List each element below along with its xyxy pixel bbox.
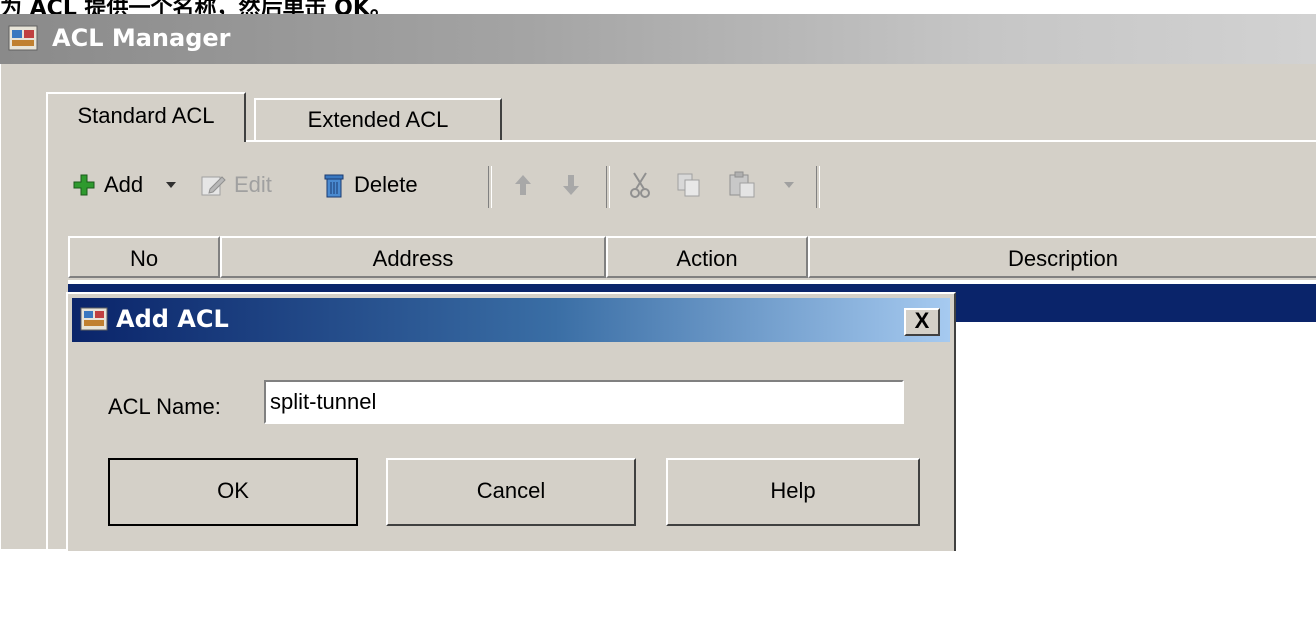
help-button[interactable]: Help — [666, 458, 920, 526]
trash-icon — [324, 174, 344, 198]
move-up-button[interactable] — [512, 158, 534, 212]
chevron-down-icon — [166, 182, 176, 188]
column-header-action[interactable]: Action — [606, 236, 808, 278]
toolbar-separator — [606, 166, 610, 208]
column-header-no[interactable]: No — [68, 236, 220, 278]
arrow-up-icon — [515, 175, 531, 195]
add-icon — [73, 174, 95, 196]
tab-standard-acl[interactable]: Standard ACL — [46, 92, 246, 142]
dialog-titlebar[interactable]: Add ACL X — [72, 298, 950, 342]
edit-label: Edit — [234, 172, 272, 197]
toolbar-separator — [816, 166, 820, 208]
table-header: No Address Action Description — [68, 236, 1316, 280]
chevron-down-icon — [784, 182, 794, 188]
app-icon — [8, 25, 38, 51]
add-dropdown-button[interactable] — [164, 158, 178, 212]
ok-button[interactable]: OK — [108, 458, 358, 526]
delete-button[interactable]: Delete — [322, 158, 418, 212]
scissors-icon — [630, 172, 650, 198]
window-title: ACL Manager — [52, 24, 231, 52]
paste-dropdown-button[interactable] — [782, 158, 796, 212]
copy-button[interactable] — [676, 158, 702, 212]
delete-label: Delete — [354, 172, 418, 197]
dialog-title: Add ACL — [116, 305, 229, 333]
paste-icon — [729, 171, 755, 198]
arrow-down-icon — [563, 175, 579, 195]
edit-icon — [201, 176, 226, 196]
cut-button[interactable] — [628, 158, 652, 212]
close-icon: X — [914, 308, 930, 333]
window-frame-edge — [0, 64, 5, 549]
column-header-description[interactable]: Description — [808, 236, 1316, 278]
add-acl-dialog: Add ACL X ACL Name: OK Cancel Help — [66, 292, 956, 551]
acl-manager-titlebar[interactable]: ACL Manager — [0, 14, 1316, 64]
acl-name-label: ACL Name: — [108, 394, 221, 419]
add-label: Add — [104, 172, 144, 197]
edit-button[interactable]: Edit — [200, 158, 272, 212]
instruction-text: 为 ACL 提供一个名称，然后单击 OK。 — [0, 0, 392, 14]
toolbar-separator — [488, 166, 492, 208]
copy-icon — [677, 173, 700, 197]
paste-button[interactable] — [728, 158, 756, 212]
move-down-button[interactable] — [560, 158, 582, 212]
tab-extended-acl[interactable]: Extended ACL — [254, 98, 502, 140]
add-button[interactable]: Add — [72, 158, 143, 212]
acl-name-input[interactable] — [264, 380, 904, 424]
cancel-button[interactable]: Cancel — [386, 458, 636, 526]
column-header-address[interactable]: Address — [220, 236, 606, 278]
instruction-caption: 为 ACL 提供一个名称，然后单击 OK。 — [0, 0, 1316, 14]
app-icon — [80, 307, 108, 331]
close-button[interactable]: X — [904, 308, 940, 336]
